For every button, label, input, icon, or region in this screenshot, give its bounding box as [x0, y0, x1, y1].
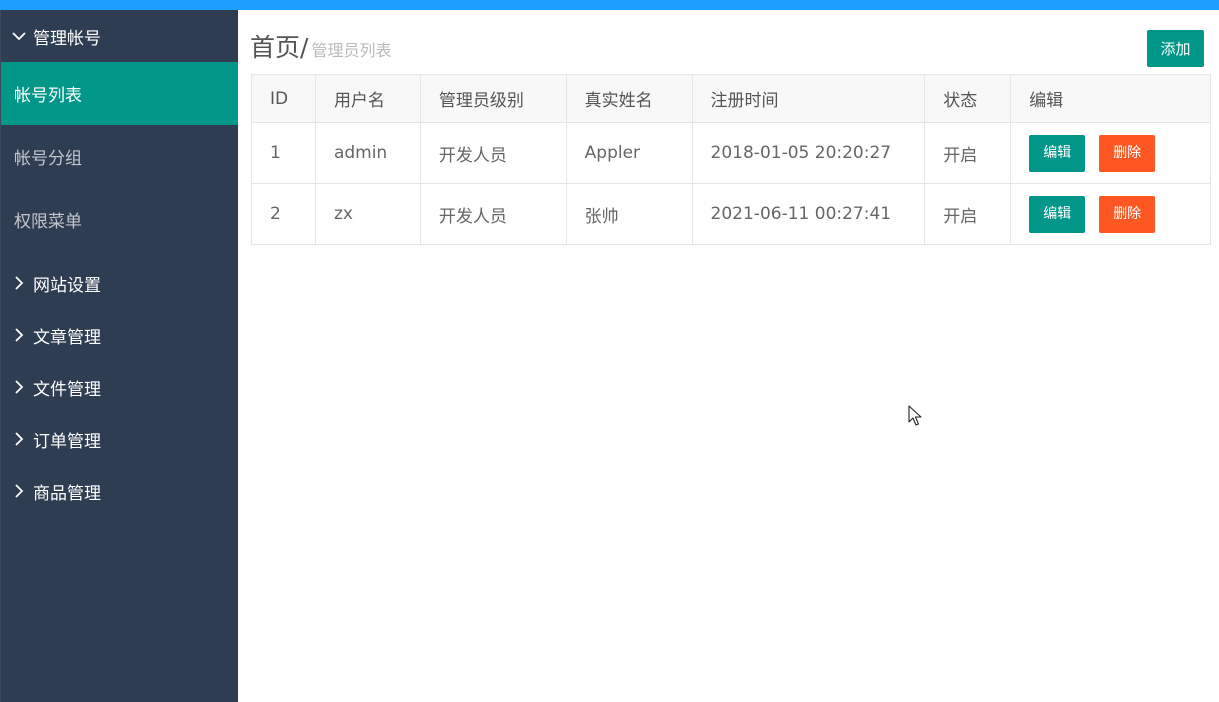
- edit-button[interactable]: 编辑: [1029, 195, 1086, 233]
- cell-status: 开启: [924, 122, 1012, 184]
- column-header-real-name: 真实姓名: [565, 74, 693, 123]
- cell-registered: 2018-01-05 20:20:27: [691, 122, 926, 184]
- cell-level: 开发人员: [419, 183, 567, 245]
- cell-level: 开发人员: [419, 122, 567, 184]
- sidebar-item-permission-menu[interactable]: 权限菜单: [1, 188, 238, 251]
- sidebar-group-files[interactable]: 文件管理: [1, 361, 238, 413]
- sidebar-group-products[interactable]: 商品管理: [1, 465, 238, 517]
- cell-username: zx: [314, 183, 421, 245]
- main-content: 首页 / 管理员列表 添加 ID 用户名 管理员级别 真实姓名 注册时间 状态 …: [238, 10, 1219, 702]
- mouse-pointer-icon: [908, 405, 922, 426]
- cell-real-name: Appler: [565, 122, 693, 184]
- table-row: 1 admin 开发人员 Appler 2018-01-05 20:20:27 …: [251, 122, 1211, 184]
- cell-status: 开启: [924, 183, 1012, 245]
- chevron-right-icon: [9, 328, 29, 342]
- column-header-level: 管理员级别: [419, 74, 567, 123]
- sidebar-item-account-list[interactable]: 帐号列表: [1, 62, 238, 125]
- sidebar-group-orders[interactable]: 订单管理: [1, 413, 238, 465]
- cell-real-name: 张帅: [565, 183, 693, 245]
- delete-button[interactable]: 删除: [1099, 195, 1156, 233]
- column-header-id: ID: [251, 74, 316, 123]
- cell-id: 2: [251, 183, 316, 245]
- breadcrumb-current: 管理员列表: [311, 41, 392, 60]
- sidebar-group-label: 商品管理: [33, 483, 101, 504]
- sidebar-item-account-group[interactable]: 帐号分组: [1, 125, 238, 188]
- breadcrumb: 首页 / 管理员列表: [250, 28, 391, 64]
- chevron-right-icon: [9, 276, 29, 290]
- sidebar-group-label: 文件管理: [33, 379, 101, 400]
- cell-actions: 编辑 删除: [1010, 122, 1211, 184]
- sidebar-group-articles[interactable]: 文章管理: [1, 309, 238, 361]
- chevron-right-icon: [9, 484, 29, 498]
- cell-id: 1: [251, 122, 316, 184]
- delete-button[interactable]: 删除: [1099, 134, 1156, 172]
- admin-table: ID 用户名 管理员级别 真实姓名 注册时间 状态 编辑 1 admin 开发人…: [251, 74, 1211, 245]
- cell-registered: 2021-06-11 00:27:41: [691, 183, 926, 245]
- table-header-row: ID 用户名 管理员级别 真实姓名 注册时间 状态 编辑: [251, 74, 1211, 123]
- edit-button[interactable]: 编辑: [1029, 134, 1086, 172]
- table-row: 2 zx 开发人员 张帅 2021-06-11 00:27:41 开启 编辑 删除: [251, 183, 1211, 245]
- column-header-registered: 注册时间: [691, 74, 926, 123]
- sidebar-group-label: 管理帐号: [33, 28, 101, 49]
- cell-username: admin: [314, 122, 421, 184]
- sidebar-group-label: 网站设置: [33, 275, 101, 296]
- chevron-right-icon: [9, 432, 29, 446]
- sidebar-group-site-settings[interactable]: 网站设置: [1, 257, 238, 309]
- breadcrumb-separator: /: [300, 33, 309, 62]
- sidebar-group-account[interactable]: 管理帐号: [1, 10, 238, 62]
- column-header-status: 状态: [924, 74, 1012, 123]
- breadcrumb-home[interactable]: 首页: [250, 28, 300, 64]
- cell-actions: 编辑 删除: [1010, 183, 1211, 245]
- chevron-right-icon: [9, 380, 29, 394]
- top-accent-bar: [0, 0, 1219, 10]
- sidebar-item-label: 帐号分组: [14, 149, 82, 169]
- sidebar: 管理帐号 帐号列表 帐号分组 权限菜单 网站设置 文章管理 文件管理 订单管理: [0, 10, 238, 702]
- column-header-username: 用户名: [314, 74, 421, 123]
- add-button[interactable]: 添加: [1147, 30, 1204, 67]
- chevron-down-icon: [9, 31, 29, 41]
- column-header-edit: 编辑: [1010, 74, 1211, 123]
- sidebar-group-label: 文章管理: [33, 327, 101, 348]
- sidebar-item-label: 权限菜单: [14, 212, 82, 232]
- sidebar-item-label: 帐号列表: [14, 86, 82, 106]
- sidebar-group-label: 订单管理: [33, 431, 101, 452]
